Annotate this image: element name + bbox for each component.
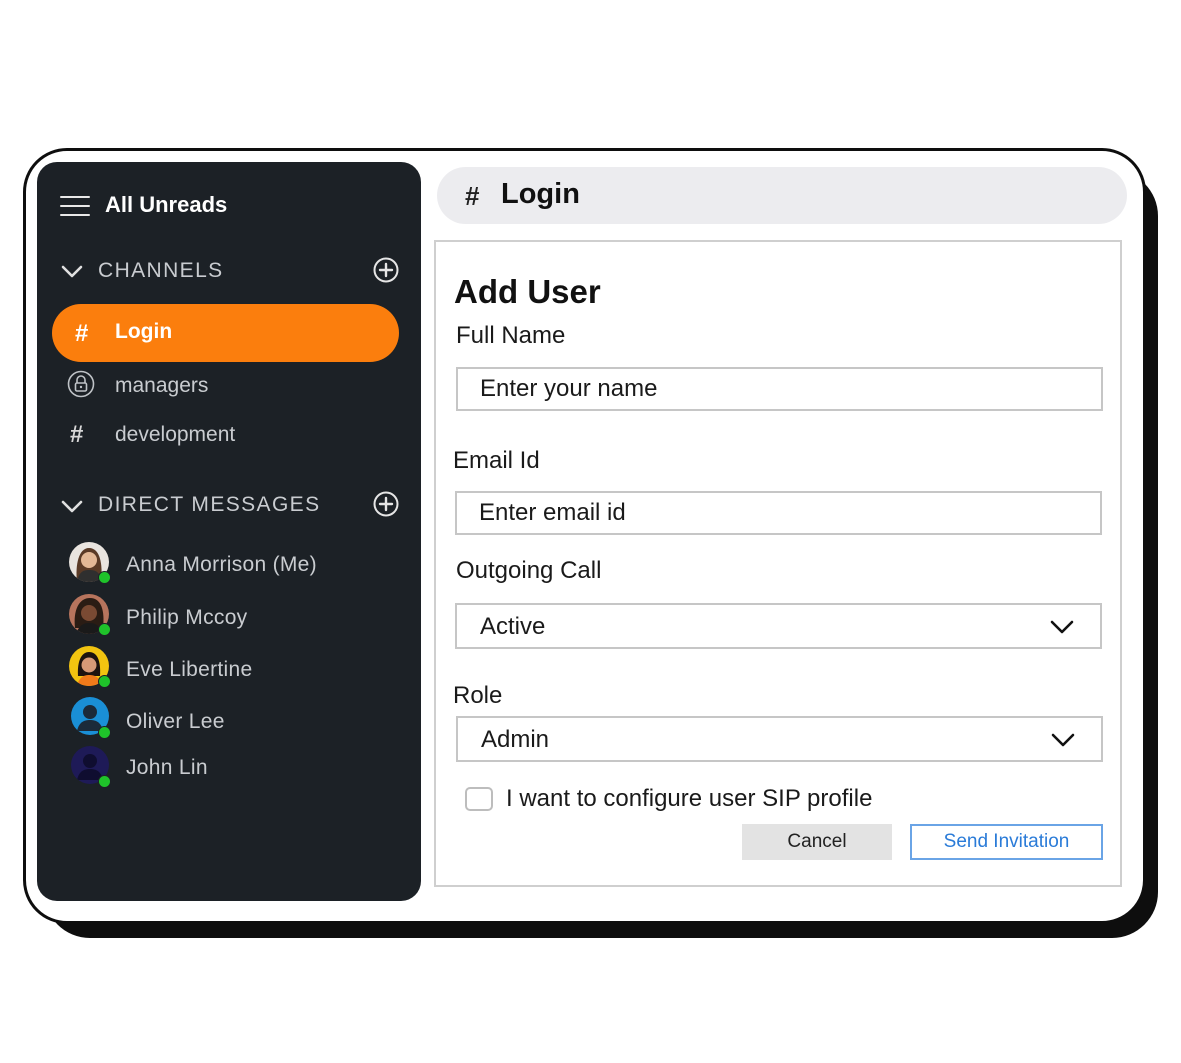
add-direct-message-icon[interactable] [373,491,399,517]
dm-name: Anna Morrison (Me) [126,553,317,576]
channels-heading[interactable]: CHANNELS [98,259,224,283]
full-name-input[interactable] [456,367,1103,411]
add-channel-icon[interactable] [373,257,399,283]
sidebar: All Unreads CHANNELS # Login managers # … [37,162,421,901]
dm-name: Philip Mccoy [126,606,248,629]
channel-label: development [115,423,236,446]
online-status-dot [98,726,111,739]
cancel-button[interactable]: Cancel [742,824,892,860]
chevron-down-icon[interactable] [61,500,83,514]
chevron-down-icon[interactable] [61,265,83,279]
outgoing-call-select[interactable]: Active [455,603,1102,649]
dm-item-anna-morrison[interactable]: Anna Morrison (Me) [69,542,389,586]
hamburger-menu-icon[interactable] [60,196,90,216]
add-user-panel: Add User Full Name Email Id Outgoing Cal… [434,240,1122,887]
dm-name: John Lin [126,756,208,779]
all-unreads-title[interactable]: All Unreads [105,192,227,218]
hash-icon: # [75,320,89,347]
dm-item-john-lin[interactable]: John Lin [69,746,389,790]
channel-header: # Login [437,167,1127,224]
dm-item-oliver-lee[interactable]: Oliver Lee [69,697,389,741]
sip-profile-label[interactable]: I want to configure user SIP profile [506,785,872,813]
channel-item-login[interactable]: # Login [52,304,399,362]
dm-item-eve-libertine[interactable]: Eve Libertine [69,646,389,690]
role-value: Admin [481,726,550,753]
lock-icon [67,370,95,398]
dm-name: Eve Libertine [126,658,253,681]
direct-messages-heading[interactable]: DIRECT MESSAGES [98,493,321,517]
page-title: Login [501,178,580,210]
outgoing-call-label: Outgoing Call [456,557,602,584]
online-status-dot [98,571,111,584]
hash-icon: # [70,421,84,448]
online-status-dot [98,675,111,688]
full-name-label: Full Name [456,322,566,349]
online-status-dot [98,623,111,636]
role-label: Role [453,682,503,709]
form-title: Add User [454,273,601,310]
channel-item-development[interactable]: # development [65,418,395,454]
hash-icon: # [465,181,480,211]
sip-profile-checkbox[interactable] [465,787,493,811]
role-select[interactable]: Admin [456,716,1103,762]
channel-label: Login [115,320,173,343]
email-label: Email Id [453,447,540,474]
chevron-down-icon [1050,620,1074,634]
channel-item-managers[interactable]: managers [65,368,395,404]
email-input[interactable] [455,491,1102,535]
chevron-down-icon [1051,733,1075,747]
outgoing-call-value: Active [480,613,546,640]
dm-item-philip-mccoy[interactable]: Philip Mccoy [69,594,389,638]
dm-name: Oliver Lee [126,710,225,733]
send-invitation-button[interactable]: Send Invitation [910,824,1103,860]
channel-label: managers [115,374,209,397]
online-status-dot [98,775,111,788]
